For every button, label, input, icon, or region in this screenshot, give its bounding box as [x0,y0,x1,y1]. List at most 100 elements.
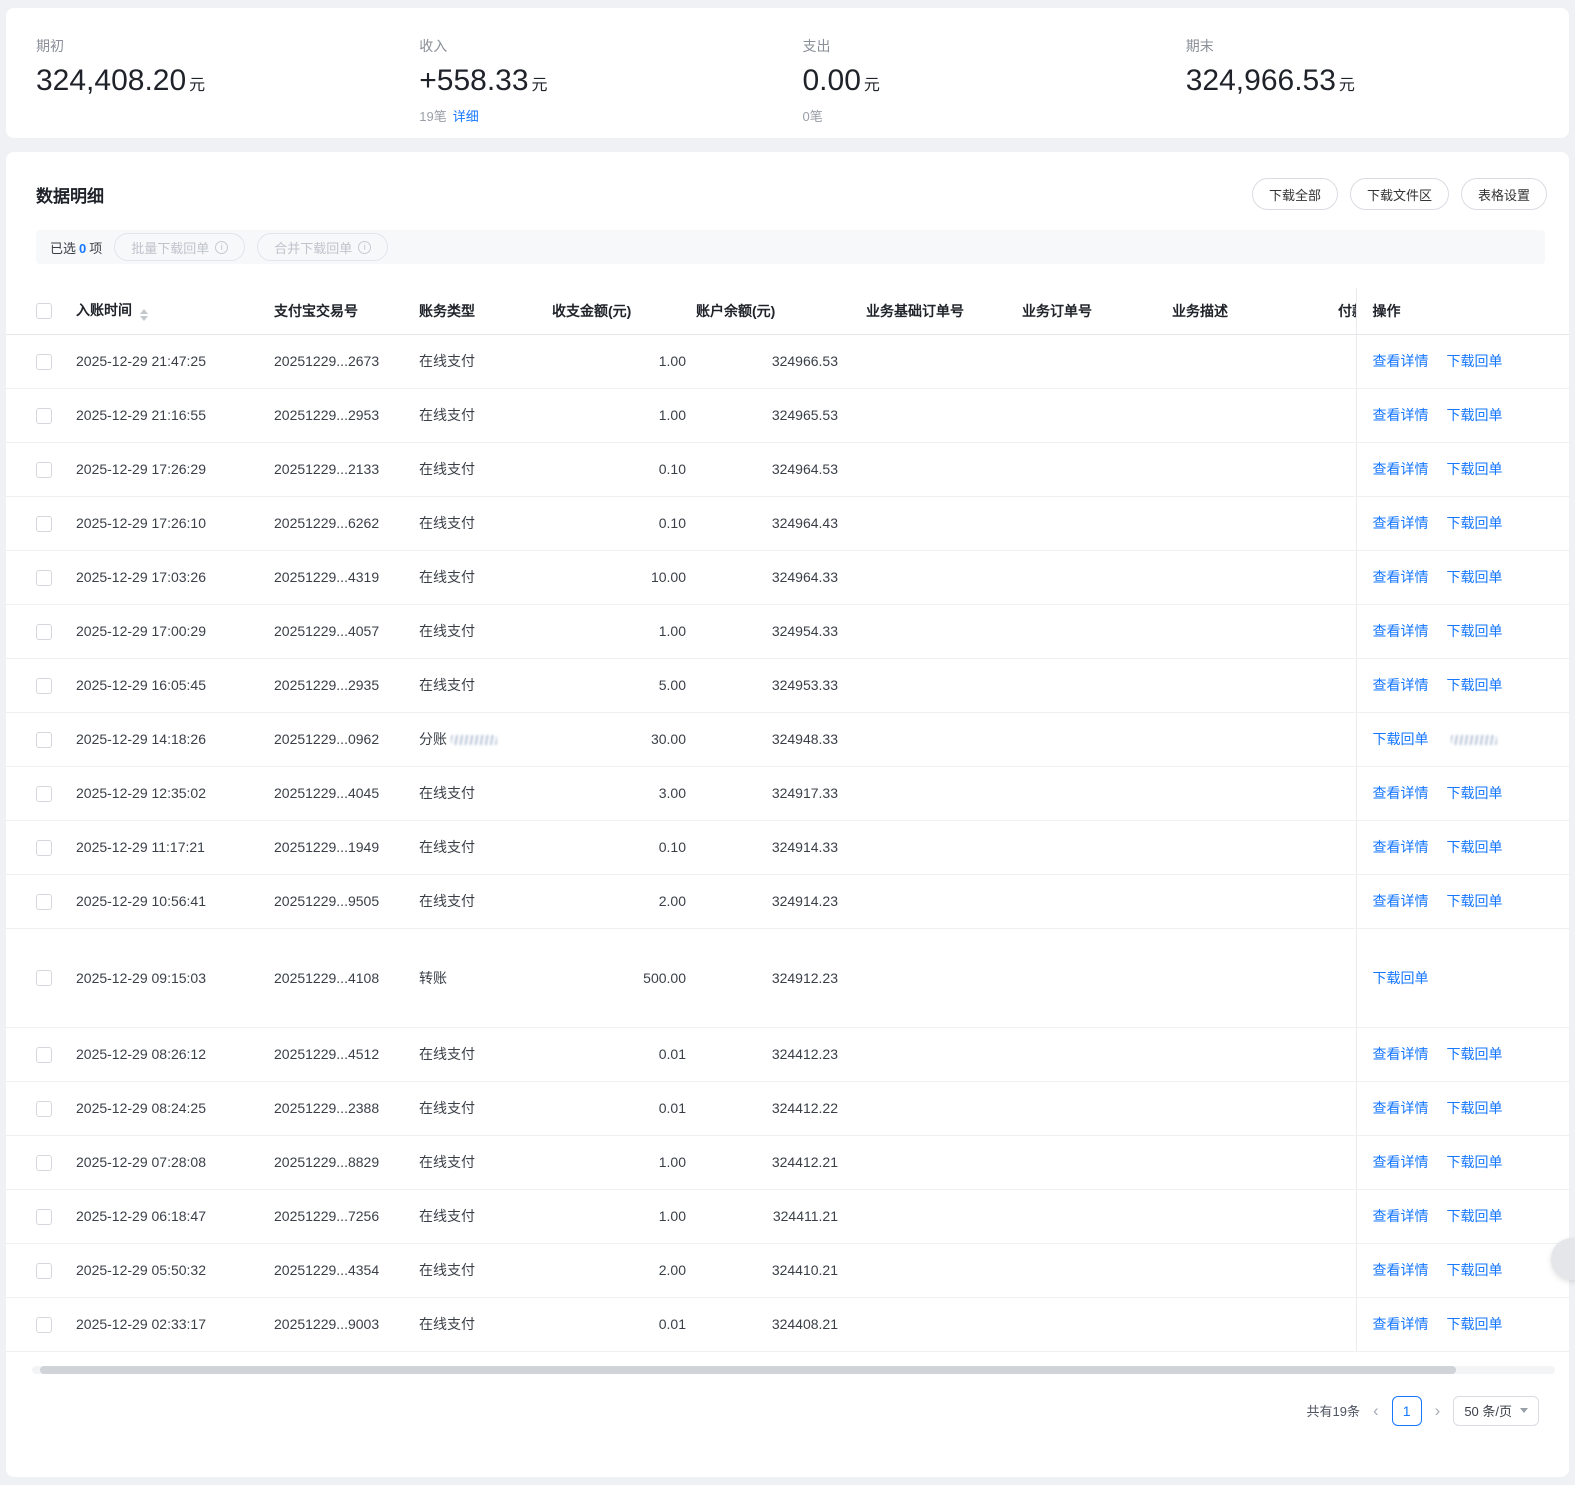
download-receipt-link[interactable]: 下载回单 [1447,785,1503,801]
view-detail-link[interactable]: 查看详情 [1373,569,1429,585]
table-settings-button[interactable]: 表格设置 [1460,178,1547,210]
next-page-button[interactable]: › [1432,1402,1444,1419]
view-detail-link[interactable]: 查看详情 [1373,1262,1429,1278]
download-receipt-link[interactable]: 下载回单 [1373,731,1429,747]
view-detail-link[interactable]: 查看详情 [1373,515,1429,531]
cell-order [1010,820,1160,875]
cell-actions: 查看详情 下载回单 [1355,334,1569,389]
info-icon: i [215,240,229,254]
table-body: 2025-12-29 21:47:25 20251229...2673 在线支付 1.… [6,334,1569,1352]
download-receipt-link[interactable]: 下载回单 [1447,893,1503,909]
view-detail-link[interactable]: 查看详情 [1373,677,1429,693]
download-filezone-button[interactable]: 下载文件区 [1349,178,1449,210]
row-checkbox[interactable] [36,839,52,856]
cell-actions: 下载回单 [1355,712,1569,767]
summary-label: 支出 [802,38,831,54]
cell-base-order [848,928,1010,1028]
view-detail-link[interactable]: 查看详情 [1373,407,1429,423]
download-receipt-link[interactable]: 下载回单 [1447,1262,1503,1278]
row-checkbox[interactable] [36,677,52,694]
download-receipt-link[interactable]: 下载回单 [1447,677,1503,693]
row-checkbox[interactable] [36,353,52,370]
view-detail-link[interactable]: 查看详情 [1373,353,1429,369]
row-checkbox[interactable] [36,407,52,424]
view-detail-link[interactable]: 查看详情 [1373,1316,1429,1332]
view-detail-link[interactable]: 查看详情 [1373,839,1429,855]
col-header-transaction-id: 支付宝交易号 [262,288,407,335]
summary-income: 收入 +558.33 元 19笔 详细 [419,36,802,138]
cell-entry-time: 2025-12-29 08:26:12 [68,1027,262,1082]
cell-payer [1330,1243,1356,1298]
cell-balance: 324912.23 [696,928,848,1028]
cell-balance: 324917.33 [696,766,848,821]
cell-description [1160,1189,1330,1244]
batch-download-button[interactable]: 批量下载回单 i [114,233,246,261]
row-checkbox[interactable] [36,1262,52,1279]
cell-balance: 324914.23 [696,874,848,929]
row-checkbox[interactable] [36,970,52,987]
download-receipt-link[interactable]: 下载回单 [1447,1208,1503,1224]
row-checkbox[interactable] [36,893,52,910]
download-receipt-link[interactable]: 下载回单 [1373,970,1429,986]
cell-amount: 0.01 [552,1081,696,1136]
download-receipt-link[interactable]: 下载回单 [1447,461,1503,477]
redacted-scribble [1450,735,1497,746]
view-detail-link[interactable]: 查看详情 [1373,1154,1429,1170]
cell-description [1160,658,1330,713]
row-checkbox[interactable] [36,623,52,640]
info-icon: i [358,240,372,254]
row-checkbox[interactable] [36,515,52,532]
download-receipt-link[interactable]: 下载回单 [1447,1100,1503,1116]
row-checkbox[interactable] [36,1154,52,1171]
row-checkbox[interactable] [36,731,52,748]
cell-payer [1330,334,1356,389]
cell-entry-time: 2025-12-29 17:26:29 [68,442,262,497]
summary-label: 期末 [1185,38,1214,54]
unit-label: 元 [189,77,206,94]
row-checkbox[interactable] [36,1100,52,1117]
row-checkbox[interactable] [36,569,52,586]
view-detail-link[interactable]: 查看详情 [1373,461,1429,477]
row-checkbox[interactable] [36,1208,52,1225]
sort-icon[interactable] [140,309,148,322]
page-size-select[interactable]: 50 条/页 [1453,1395,1539,1426]
download-receipt-link[interactable]: 下载回单 [1447,839,1503,855]
download-receipt-link[interactable]: 下载回单 [1447,1046,1503,1062]
summary-label: 收入 [419,38,448,54]
current-page-button[interactable]: 1 [1391,1395,1422,1426]
scrollbar-thumb[interactable] [40,1365,1457,1374]
panel-title: 数据明细 [36,186,104,206]
row-checkbox[interactable] [36,1046,52,1063]
horizontal-scrollbar[interactable] [32,1365,1555,1374]
cell-order [1010,1297,1160,1352]
download-all-button[interactable]: 下载全部 [1251,178,1338,210]
cell-order [1010,334,1160,389]
download-receipt-link[interactable]: 下载回单 [1447,353,1503,369]
view-detail-link[interactable]: 查看详情 [1373,1046,1429,1062]
row-checkbox[interactable] [36,1316,52,1333]
row-checkbox[interactable] [36,461,52,478]
download-receipt-link[interactable]: 下载回单 [1447,407,1503,423]
cell-base-order [848,658,1010,713]
table-row: 2025-12-29 21:16:55 20251229...2953 在线支付 1.… [6,388,1569,443]
row-checkbox[interactable] [36,785,52,802]
download-receipt-link[interactable]: 下载回单 [1447,623,1503,639]
merge-download-button[interactable]: 合并下载回单 i [257,233,389,261]
cell-account-type: 在线支付 [407,1027,552,1082]
view-detail-link[interactable]: 查看详情 [1373,785,1429,801]
col-header-balance: 账户余额(元) [696,288,848,335]
view-detail-link[interactable]: 查看详情 [1373,1208,1429,1224]
cell-order [1010,658,1160,713]
view-detail-link[interactable]: 查看详情 [1373,1100,1429,1116]
download-receipt-link[interactable]: 下载回单 [1447,569,1503,585]
income-detail-link[interactable]: 详细 [453,109,479,124]
prev-page-button[interactable]: ‹ [1370,1402,1382,1419]
download-receipt-link[interactable]: 下载回单 [1447,515,1503,531]
download-receipt-link[interactable]: 下载回单 [1447,1316,1503,1332]
col-header-time[interactable]: 入账时间 [68,288,262,335]
col-header-actions: 操作 [1355,288,1569,335]
view-detail-link[interactable]: 查看详情 [1373,623,1429,639]
download-receipt-link[interactable]: 下载回单 [1447,1154,1503,1170]
view-detail-link[interactable]: 查看详情 [1373,893,1429,909]
select-all-checkbox[interactable] [36,303,52,320]
